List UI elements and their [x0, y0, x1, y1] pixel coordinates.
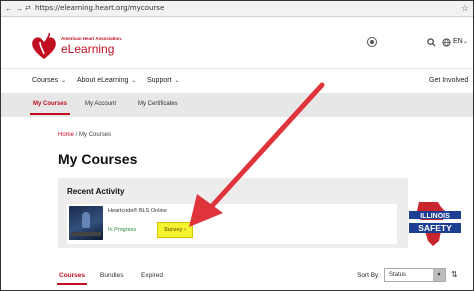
browser-nav-arrows-icon[interactable]: ← → [5, 4, 23, 13]
elearning-brand: eLearning [61, 42, 115, 56]
main-nav: Courses ⌄ About eLearning ⌄ Support ⌄ Get I… [1, 68, 473, 92]
nav-support[interactable]: Support ⌄ [147, 77, 180, 84]
sort-label: Sort By: [357, 272, 381, 279]
recent-activity-title: Recent Activity [67, 187, 125, 196]
sort-select[interactable]: Status ▾ [384, 268, 446, 282]
subnav-my-certificates[interactable]: My Certificates [138, 101, 178, 107]
header-utilities: EN ⌄ [363, 37, 473, 51]
stamp-line-2: SAFETY [418, 223, 452, 233]
nav-support-label: Support [147, 77, 172, 84]
aha-heart-torch-icon [32, 33, 56, 59]
chevron-down-icon: ⌄ [174, 78, 180, 84]
aha-org-name: American Heart Association. [61, 36, 123, 41]
language-selector[interactable]: EN [453, 38, 463, 45]
course-thumbnail[interactable] [69, 206, 103, 240]
breadcrumb-home[interactable]: Home [58, 132, 74, 138]
nav-get-involved[interactable]: Get Involved⌄ [429, 77, 473, 84]
tab-expired[interactable]: Expired [141, 272, 163, 279]
recent-activity-panel: Recent Activity Heartcode® BLS Online In… [58, 178, 408, 248]
course-card[interactable]: Heartcode® BLS Online In Progress Survey… [67, 204, 397, 244]
subnav-my-courses[interactable]: My Courses [29, 101, 71, 115]
sort-selected-value: Status [389, 272, 407, 278]
course-status: In Progress [108, 227, 137, 233]
chevron-down-icon: ⌄ [61, 78, 67, 84]
bookmark-star-icon[interactable]: ☆ [461, 3, 469, 14]
language-chevron-icon[interactable]: ⌄ [463, 38, 468, 45]
page-title: My Courses [58, 151, 138, 167]
address-url[interactable]: https://elearning.heart.org/mycourse [35, 4, 164, 12]
browser-address-bar[interactable]: ← → ⇄ https://elearning.heart.org/mycour… [1, 1, 473, 17]
nav-get-involved-label: Get Involved [429, 77, 469, 84]
site-info-icon[interactable]: ⇄ [25, 4, 31, 12]
account-subnav: My Courses My Account My Certificates [1, 93, 473, 117]
aha-elearning-logo[interactable]: American Heart Association. eLearning [31, 31, 123, 63]
browser-window: ← → ⇄ https://elearning.heart.org/mycour… [0, 0, 474, 291]
nav-courses[interactable]: Courses ⌄ [32, 77, 66, 84]
course-figure [82, 212, 90, 228]
dropdown-caret-icon[interactable]: ▾ [433, 269, 445, 281]
tab-bundles[interactable]: Bundles [100, 272, 124, 279]
tab-courses[interactable]: Courses [56, 272, 88, 285]
subnav-my-account[interactable]: My Account [85, 101, 116, 107]
course-name[interactable]: Heartcode® BLS Online [108, 208, 167, 214]
breadcrumb: Home / My Courses [58, 132, 111, 138]
search-icon[interactable] [427, 38, 436, 47]
breadcrumb-current: My Courses [79, 132, 112, 138]
globe-icon[interactable] [442, 38, 451, 47]
nav-about-label: About eLearning [77, 77, 129, 84]
illinois-safety-logo: ILLINOIS SAFETY [409, 202, 461, 246]
laptop-base [71, 232, 101, 236]
sort-direction-icon[interactable]: ⇅ [451, 270, 458, 279]
nav-courses-label: Courses [32, 77, 59, 84]
chevron-down-icon: ⌄ [131, 78, 137, 84]
user-icon[interactable] [367, 37, 377, 47]
survey-button[interactable]: Survey › [157, 222, 193, 238]
stamp-line-1: ILLINOIS [420, 213, 450, 220]
course-tabs: Courses Bundles Expired Sort By: Status … [1, 263, 473, 290]
nav-about-elearning[interactable]: About eLearning ⌄ [77, 77, 136, 84]
